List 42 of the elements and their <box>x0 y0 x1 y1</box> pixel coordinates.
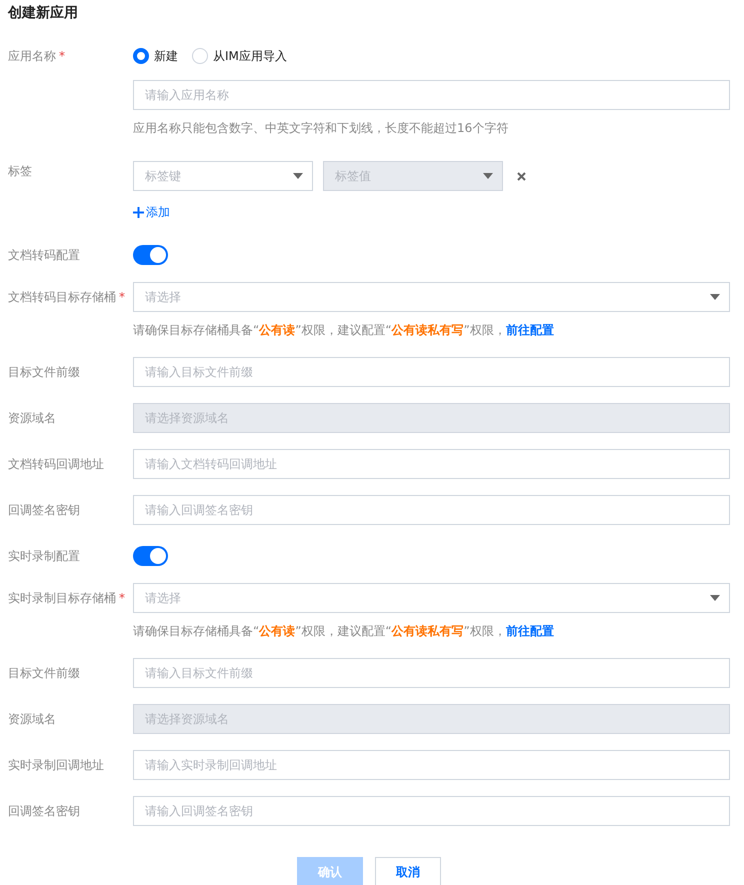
hint-text: 请确保目标存储桶具备“公有读”权限，建议配置“公有读私有写”权限，前往配置 <box>133 322 554 338</box>
required-mark: * <box>119 591 125 605</box>
field-label: 文档转码目标存储桶 <box>8 288 116 306</box>
plus-icon <box>133 207 144 218</box>
required-mark: * <box>59 49 65 63</box>
help-text: 应用名称只能包含数字、中英文字符和下划线，长度不能超过16个字符 <box>133 120 508 136</box>
add-tag-link[interactable]: 添加 <box>133 204 170 221</box>
hint-text: 请确保目标存储桶具备“公有读”权限，建议配置“公有读私有写”权限，前往配置 <box>133 623 554 639</box>
field-label: 文档转码配置 <box>8 246 80 264</box>
dialog-title: 创建新应用 <box>8 4 78 22</box>
caret-icon <box>710 595 720 601</box>
text-input-field[interactable]: 请输入文档转码回调地址 <box>133 449 730 479</box>
radio-option[interactable]: 从IM应用导入 <box>192 48 287 64</box>
caret-icon <box>710 294 720 300</box>
caret-icon <box>483 173 493 179</box>
field-label: 目标文件前缀 <box>8 664 80 682</box>
field-label: 资源域名 <box>8 410 56 426</box>
field-label: 资源域名 <box>8 710 56 728</box>
toggle-switch[interactable] <box>133 546 168 566</box>
field-label: 标签 <box>8 162 32 180</box>
text-input-field[interactable]: 请输入回调签名密钥 <box>133 495 730 525</box>
field-label: 实时录制回调地址 <box>8 756 104 774</box>
field-label: 回调签名密钥 <box>8 802 80 820</box>
text-input-field[interactable]: 请输入目标文件前缀 <box>133 357 730 387</box>
text-input-field[interactable]: 请输入目标文件前缀 <box>133 658 730 688</box>
field-label: 应用名称 <box>8 48 56 64</box>
field-label: 实时录制目标存储桶 <box>8 590 116 606</box>
required-mark: * <box>119 290 125 304</box>
close-icon[interactable] <box>517 172 526 180</box>
toggle-switch[interactable] <box>133 245 168 265</box>
config-link[interactable]: 前往配置 <box>506 624 554 638</box>
config-link[interactable]: 前往配置 <box>506 323 554 337</box>
text-input-field[interactable]: 请输入回调签名密钥 <box>133 796 730 826</box>
field-label: 目标文件前缀 <box>8 364 80 380</box>
cancel-button[interactable]: 取消 <box>375 857 441 885</box>
name-input-field[interactable]: 请输入应用名称 <box>133 80 730 110</box>
text-input-field[interactable]: 请输入实时录制回调地址 <box>133 750 730 780</box>
field-label: 文档转码回调地址 <box>8 456 104 472</box>
field-label: 实时录制配置 <box>8 548 80 564</box>
radio-option[interactable]: 新建 <box>133 48 178 64</box>
caret-icon <box>293 173 303 179</box>
field-label: 回调签名密钥 <box>8 502 80 518</box>
